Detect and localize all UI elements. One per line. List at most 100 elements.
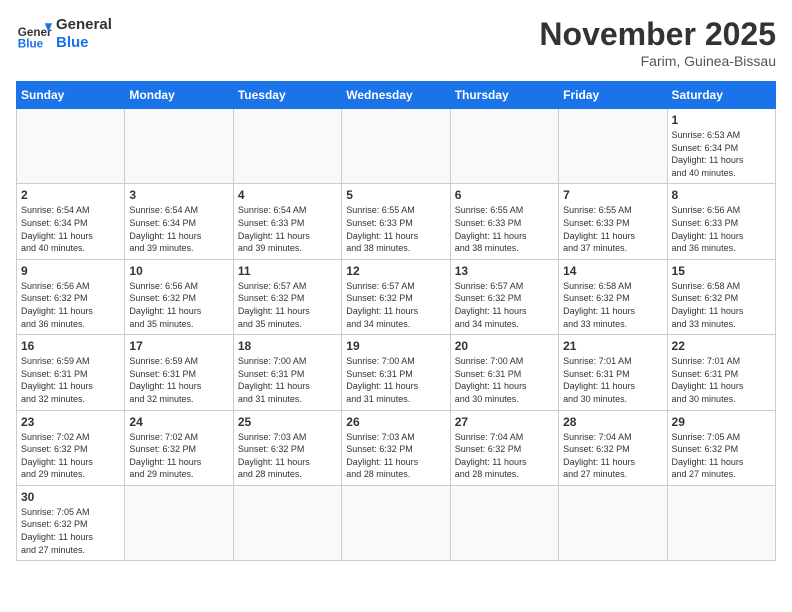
calendar-day-cell (17, 109, 125, 184)
calendar-day-cell: 23 Sunrise: 7:02 AM Sunset: 6:32 PM Dayli… (17, 410, 125, 485)
day-info: Sunrise: 7:04 AM Sunset: 6:32 PM Dayligh… (455, 431, 554, 481)
day-number: 11 (238, 264, 337, 278)
calendar-week-row: 30Sunrise: 7:05 AM Sunset: 6:32 PM Dayli… (17, 485, 776, 560)
calendar-day-cell: 11Sunrise: 6:57 AM Sunset: 6:32 PM Dayli… (233, 259, 341, 334)
day-info: Sunrise: 7:03 AM Sunset: 6:32 PM Dayligh… (346, 431, 445, 481)
calendar-header-sunday: Sunday (17, 82, 125, 109)
day-info: Sunrise: 6:56 AM Sunset: 6:32 PM Dayligh… (21, 280, 120, 330)
day-info: Sunrise: 6:59 AM Sunset: 6:31 PM Dayligh… (129, 355, 228, 405)
day-number: 12 (346, 264, 445, 278)
calendar-day-cell: 12Sunrise: 6:57 AM Sunset: 6:32 PM Dayli… (342, 259, 450, 334)
day-info: Sunrise: 7:01 AM Sunset: 6:31 PM Dayligh… (672, 355, 771, 405)
calendar-day-cell: 29Sunrise: 7:05 AM Sunset: 6:32 PM Dayli… (667, 410, 775, 485)
calendar-table: SundayMondayTuesdayWednesdayThursdayFrid… (16, 81, 776, 561)
day-number: 16 (21, 339, 120, 353)
logo-icon: General Blue (16, 16, 52, 52)
calendar-day-cell: 22 Sunrise: 7:01 AM Sunset: 6:31 PM Dayli… (667, 335, 775, 410)
calendar-day-cell: 30Sunrise: 7:05 AM Sunset: 6:32 PM Dayli… (17, 485, 125, 560)
day-info: Sunrise: 7:05 AM Sunset: 6:32 PM Dayligh… (672, 431, 771, 481)
day-number: 10 (129, 264, 228, 278)
day-info: Sunrise: 6:56 AM Sunset: 6:33 PM Dayligh… (672, 204, 771, 254)
calendar-day-cell: 14Sunrise: 6:58 AM Sunset: 6:32 PM Dayli… (559, 259, 667, 334)
day-number: 19 (346, 339, 445, 353)
calendar-day-cell (342, 485, 450, 560)
calendar-day-cell: 3 Sunrise: 6:54 AM Sunset: 6:34 PM Daylig… (125, 184, 233, 259)
calendar-day-cell (450, 485, 558, 560)
day-info: Sunrise: 7:05 AM Sunset: 6:32 PM Dayligh… (21, 506, 120, 556)
day-number: 3 (129, 188, 228, 202)
calendar-week-row: 9 Sunrise: 6:56 AM Sunset: 6:32 PM Daylig… (17, 259, 776, 334)
calendar-day-cell: 25Sunrise: 7:03 AM Sunset: 6:32 PM Dayli… (233, 410, 341, 485)
day-number: 7 (563, 188, 662, 202)
day-number: 5 (346, 188, 445, 202)
month-title: November 2025 (539, 16, 776, 53)
day-number: 21 (563, 339, 662, 353)
calendar-day-cell: 9 Sunrise: 6:56 AM Sunset: 6:32 PM Daylig… (17, 259, 125, 334)
calendar-day-cell: 10 Sunrise: 6:56 AM Sunset: 6:32 PM Dayli… (125, 259, 233, 334)
calendar-day-cell: 27 Sunrise: 7:04 AM Sunset: 6:32 PM Dayli… (450, 410, 558, 485)
calendar-header-saturday: Saturday (667, 82, 775, 109)
day-number: 6 (455, 188, 554, 202)
calendar-week-row: 23 Sunrise: 7:02 AM Sunset: 6:32 PM Dayli… (17, 410, 776, 485)
calendar-header-monday: Monday (125, 82, 233, 109)
day-info: Sunrise: 6:54 AM Sunset: 6:33 PM Dayligh… (238, 204, 337, 254)
calendar-day-cell: 6 Sunrise: 6:55 AM Sunset: 6:33 PM Daylig… (450, 184, 558, 259)
calendar-day-cell: 4 Sunrise: 6:54 AM Sunset: 6:33 PM Daylig… (233, 184, 341, 259)
day-number: 22 (672, 339, 771, 353)
svg-text:Blue: Blue (18, 38, 44, 51)
calendar-day-cell: 28Sunrise: 7:04 AM Sunset: 6:32 PM Dayli… (559, 410, 667, 485)
day-info: Sunrise: 6:59 AM Sunset: 6:31 PM Dayligh… (21, 355, 120, 405)
calendar-week-row: 16 Sunrise: 6:59 AM Sunset: 6:31 PM Dayli… (17, 335, 776, 410)
page-header: General Blue General Blue November 2025 … (16, 16, 776, 69)
day-info: Sunrise: 6:53 AM Sunset: 6:34 PM Dayligh… (672, 129, 771, 179)
day-info: Sunrise: 7:03 AM Sunset: 6:32 PM Dayligh… (238, 431, 337, 481)
title-block: November 2025 Farim, Guinea-Bissau (539, 16, 776, 69)
calendar-day-cell (233, 485, 341, 560)
calendar-day-cell: 18Sunrise: 7:00 AM Sunset: 6:31 PM Dayli… (233, 335, 341, 410)
day-info: Sunrise: 6:57 AM Sunset: 6:32 PM Dayligh… (455, 280, 554, 330)
calendar-day-cell: 17 Sunrise: 6:59 AM Sunset: 6:31 PM Dayli… (125, 335, 233, 410)
day-info: Sunrise: 6:54 AM Sunset: 6:34 PM Dayligh… (129, 204, 228, 254)
calendar-week-row: 2Sunrise: 6:54 AM Sunset: 6:34 PM Daylig… (17, 184, 776, 259)
calendar-day-cell: 8Sunrise: 6:56 AM Sunset: 6:33 PM Daylig… (667, 184, 775, 259)
calendar-week-row: 1 Sunrise: 6:53 AM Sunset: 6:34 PM Daylig… (17, 109, 776, 184)
day-info: Sunrise: 7:00 AM Sunset: 6:31 PM Dayligh… (455, 355, 554, 405)
day-number: 15 (672, 264, 771, 278)
calendar-header-friday: Friday (559, 82, 667, 109)
calendar-day-cell: 21 Sunrise: 7:01 AM Sunset: 6:31 PM Dayli… (559, 335, 667, 410)
day-number: 18 (238, 339, 337, 353)
calendar-day-cell (559, 109, 667, 184)
logo-general-text: General (56, 16, 112, 34)
calendar-day-cell: 1 Sunrise: 6:53 AM Sunset: 6:34 PM Daylig… (667, 109, 775, 184)
calendar-day-cell (125, 109, 233, 184)
day-info: Sunrise: 6:58 AM Sunset: 6:32 PM Dayligh… (672, 280, 771, 330)
day-number: 17 (129, 339, 228, 353)
day-number: 4 (238, 188, 337, 202)
calendar-header-thursday: Thursday (450, 82, 558, 109)
calendar-day-cell: 26Sunrise: 7:03 AM Sunset: 6:32 PM Dayli… (342, 410, 450, 485)
day-info: Sunrise: 6:55 AM Sunset: 6:33 PM Dayligh… (455, 204, 554, 254)
day-number: 14 (563, 264, 662, 278)
day-number: 9 (21, 264, 120, 278)
day-info: Sunrise: 7:01 AM Sunset: 6:31 PM Dayligh… (563, 355, 662, 405)
day-info: Sunrise: 7:02 AM Sunset: 6:32 PM Dayligh… (129, 431, 228, 481)
logo: General Blue General Blue (16, 16, 112, 52)
day-number: 27 (455, 415, 554, 429)
calendar-day-cell (559, 485, 667, 560)
calendar-day-cell (667, 485, 775, 560)
calendar-header-wednesday: Wednesday (342, 82, 450, 109)
day-number: 23 (21, 415, 120, 429)
day-info: Sunrise: 6:56 AM Sunset: 6:32 PM Dayligh… (129, 280, 228, 330)
calendar-day-cell: 16 Sunrise: 6:59 AM Sunset: 6:31 PM Dayli… (17, 335, 125, 410)
day-info: Sunrise: 7:02 AM Sunset: 6:32 PM Dayligh… (21, 431, 120, 481)
calendar-day-cell: 13Sunrise: 6:57 AM Sunset: 6:32 PM Dayli… (450, 259, 558, 334)
calendar-day-cell: 7Sunrise: 6:55 AM Sunset: 6:33 PM Daylig… (559, 184, 667, 259)
calendar-day-cell: 5 Sunrise: 6:55 AM Sunset: 6:33 PM Daylig… (342, 184, 450, 259)
calendar-day-cell (233, 109, 341, 184)
day-info: Sunrise: 7:04 AM Sunset: 6:32 PM Dayligh… (563, 431, 662, 481)
logo-blue-text: Blue (56, 34, 112, 52)
day-info: Sunrise: 6:55 AM Sunset: 6:33 PM Dayligh… (346, 204, 445, 254)
calendar-day-cell: 2Sunrise: 6:54 AM Sunset: 6:34 PM Daylig… (17, 184, 125, 259)
day-number: 1 (672, 113, 771, 127)
location: Farim, Guinea-Bissau (539, 53, 776, 69)
